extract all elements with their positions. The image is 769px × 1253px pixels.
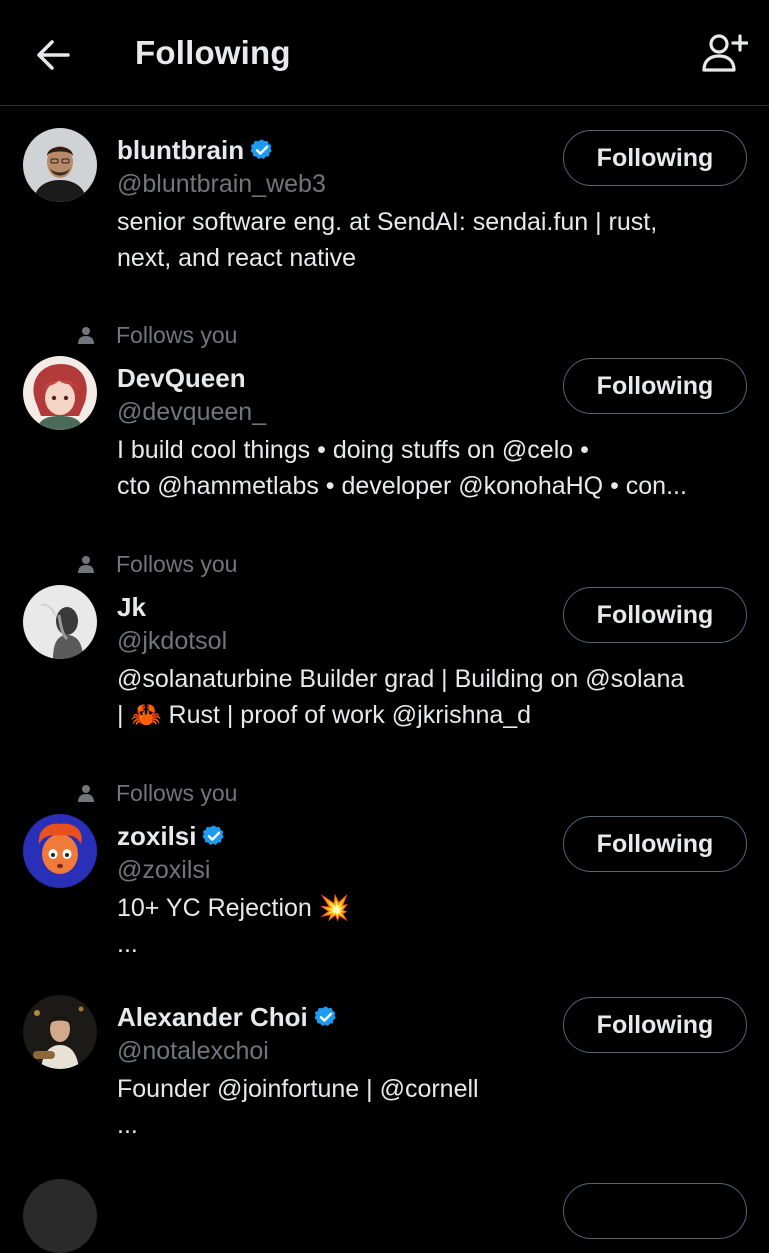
user-bio: 10+ YC Rejection 💥 ... bbox=[117, 890, 757, 962]
bio-line: ... bbox=[117, 1111, 138, 1139]
user-handle: @jkdotsol bbox=[117, 627, 228, 655]
following-button[interactable]: Following bbox=[563, 587, 747, 643]
user-bio: senior software eng. at SendAI: sendai.f… bbox=[117, 204, 757, 276]
follows-you-indicator: Follows you bbox=[78, 549, 238, 579]
user-handle: @devqueen_ bbox=[117, 398, 267, 426]
bio-line: cto @hammetlabs • developer @konohaHQ • … bbox=[117, 472, 687, 500]
verified-badge-icon bbox=[203, 825, 225, 845]
add-user-icon[interactable] bbox=[700, 32, 748, 74]
user-name[interactable]: bluntbrain bbox=[117, 135, 244, 166]
follows-you-label: Follows you bbox=[116, 779, 238, 806]
following-list: bluntbrain @bluntbrain_web3 senior softw… bbox=[0, 106, 769, 1253]
bio-line: @solanaturbine Builder grad | Building o… bbox=[117, 665, 685, 693]
arrow-left-icon[interactable] bbox=[34, 36, 72, 74]
following-button[interactable]: Following bbox=[563, 358, 747, 414]
list-item[interactable]: bluntbrain @bluntbrain_web3 senior softw… bbox=[0, 106, 769, 288]
page-title: Following bbox=[135, 34, 291, 71]
list-item[interactable]: Follows you DevQueen @devqueen_ I build … bbox=[0, 288, 769, 517]
avatar[interactable] bbox=[23, 128, 97, 202]
list-item[interactable]: Follows you Jk @jkdotsol @solanaturbine … bbox=[0, 517, 769, 746]
user-name[interactable]: DevQueen bbox=[117, 363, 246, 394]
avatar[interactable] bbox=[23, 1179, 97, 1253]
following-button[interactable]: Following bbox=[563, 130, 747, 186]
bio-line: ... bbox=[117, 930, 138, 958]
follows-you-indicator: Follows you bbox=[78, 320, 238, 350]
user-bio: @solanaturbine Builder grad | Building o… bbox=[117, 661, 757, 733]
verified-badge-icon bbox=[314, 1006, 336, 1026]
following-button[interactable]: Following bbox=[563, 997, 747, 1053]
avatar[interactable] bbox=[23, 814, 97, 888]
list-item[interactable] bbox=[0, 1156, 769, 1253]
user-handle: @zoxilsi bbox=[117, 856, 211, 884]
person-icon bbox=[78, 785, 94, 802]
top-bar: Following bbox=[0, 0, 769, 106]
bio-line: Founder @joinfortune | @cornell bbox=[117, 1075, 479, 1103]
bio-line: I build cool things • doing stuffs on @c… bbox=[117, 436, 589, 464]
list-item[interactable]: Alexander Choi @notalexchoi Founder @joi… bbox=[0, 966, 769, 1156]
user-handle: @bluntbrain_web3 bbox=[117, 170, 326, 198]
user-name[interactable]: Jk bbox=[117, 592, 146, 623]
list-item[interactable]: Follows you zoxilsi @zoxilsi 10+ YC Reje… bbox=[0, 746, 769, 966]
avatar[interactable] bbox=[23, 995, 97, 1069]
avatar[interactable] bbox=[23, 585, 97, 659]
bio-line: 10+ YC Rejection 💥 bbox=[117, 894, 350, 922]
user-bio: I build cool things • doing stuffs on @c… bbox=[117, 432, 757, 504]
person-icon bbox=[78, 327, 94, 344]
follows-you-indicator: Follows you bbox=[78, 778, 238, 808]
user-name[interactable]: zoxilsi bbox=[117, 821, 196, 852]
user-handle: @notalexchoi bbox=[117, 1037, 269, 1065]
following-button[interactable]: Following bbox=[563, 816, 747, 872]
bio-line: next, and react native bbox=[117, 244, 357, 272]
person-icon bbox=[78, 556, 94, 573]
avatar[interactable] bbox=[23, 356, 97, 430]
bio-line: | 🦀 Rust | proof of work @jkrishna_d bbox=[117, 701, 532, 729]
follows-you-label: Follows you bbox=[116, 321, 238, 348]
verified-badge-icon bbox=[250, 139, 272, 159]
follows-you-label: Follows you bbox=[116, 550, 238, 577]
following-button[interactable] bbox=[563, 1183, 747, 1239]
user-bio: Founder @joinfortune | @cornell ... bbox=[117, 1071, 757, 1143]
user-name[interactable]: Alexander Choi bbox=[117, 1002, 308, 1033]
bio-line: senior software eng. at SendAI: sendai.f… bbox=[117, 208, 658, 236]
